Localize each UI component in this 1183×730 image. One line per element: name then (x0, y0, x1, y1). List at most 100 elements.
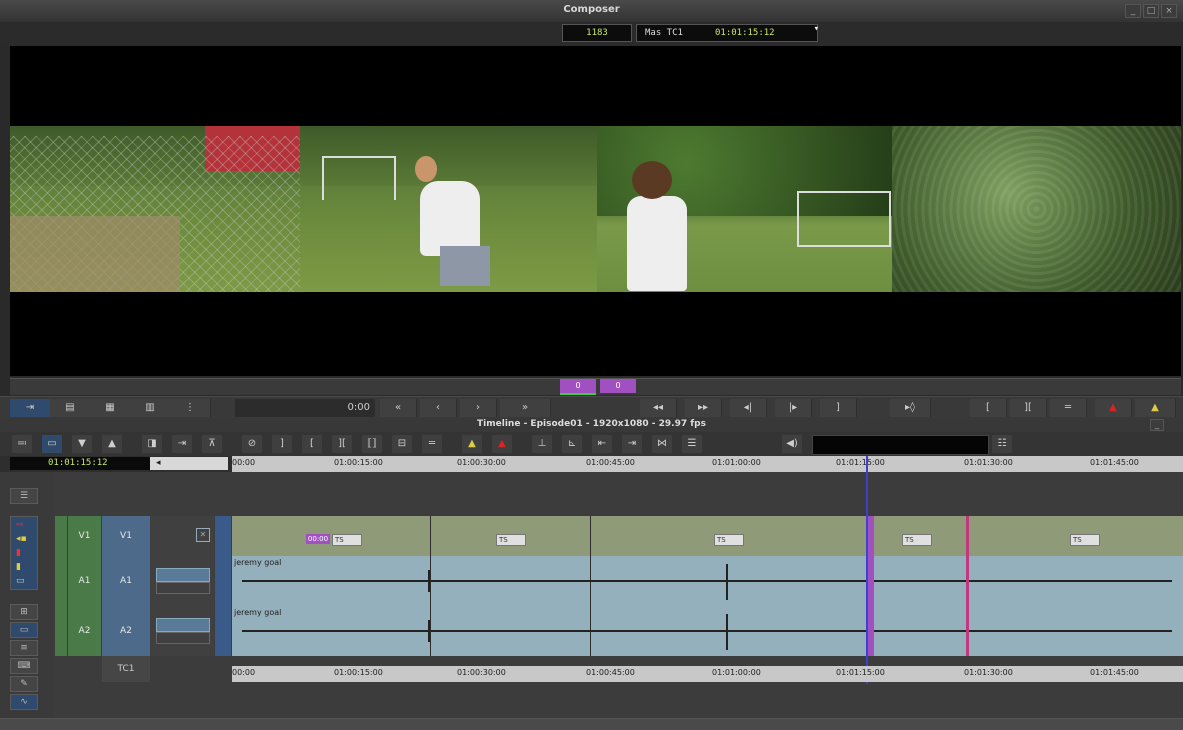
timeline-minimize-button[interactable]: _ (1150, 419, 1164, 431)
a1-audio-button[interactable] (156, 568, 210, 582)
scroll-left-icon[interactable]: ◂ (150, 457, 228, 470)
match-frame-button[interactable]: ═ (1050, 399, 1087, 417)
mas-tc-label: Mas TC1 (645, 28, 683, 38)
edit-point-marker[interactable] (868, 516, 874, 656)
link-icon[interactable]: ≕ (12, 435, 32, 453)
minimize-button[interactable]: _ (1125, 4, 1141, 18)
jog-forward-button[interactable]: ▸▸ (685, 399, 722, 417)
split-icon[interactable]: ▤ (50, 399, 91, 417)
mark-out-icon[interactable]: ] (272, 435, 292, 453)
yellow-flag-icon[interactable]: ▮ (16, 562, 21, 572)
menu-icon[interactable]: ☰ (682, 435, 702, 453)
horizontal-scrollbar[interactable] (0, 718, 1183, 730)
options-icon[interactable]: ☷ (992, 435, 1012, 453)
clear-icon[interactable]: ⊘ (242, 435, 262, 453)
v1-source-track[interactable]: V1 (68, 516, 101, 556)
marker-a[interactable]: 0 (560, 379, 596, 393)
overwrite-icon[interactable]: ▲ (1095, 399, 1132, 417)
monitor-toggle-icon[interactable]: ▭ (42, 435, 62, 453)
ruler-tick: 01:01:30:00 (964, 458, 1013, 467)
pencil-icon[interactable]: ✎ (10, 676, 38, 692)
box-icon[interactable]: ▭ (16, 576, 25, 586)
dropdown-arrow-icon[interactable]: ▾ (814, 21, 819, 37)
timeline-ruler-top[interactable]: 00:00 01:00:15:00 01:00:30:00 01:00:45:0… (232, 456, 1183, 472)
ruler-tick: 01:01:45:00 (1090, 668, 1139, 677)
play-in-out-button[interactable]: ▸◊ (890, 399, 931, 417)
ruler-tick: 01:01:00:00 (712, 668, 761, 677)
marker-icon[interactable]: ⋮ (170, 399, 211, 417)
monitor-toggle-icon[interactable]: ✕ (196, 528, 210, 542)
mark-in-button[interactable]: [ (970, 399, 1007, 417)
v1-track-lane[interactable]: 00:00 TS TS TS TS TS (232, 516, 1183, 556)
marker-b[interactable]: 0 (600, 379, 636, 393)
a1-source-track[interactable]: A1 (68, 556, 101, 606)
lower-track-icon[interactable]: ▼ (72, 435, 92, 453)
clip-panel-icon[interactable]: ◨ (142, 435, 162, 453)
ts-badge: TS (902, 534, 932, 546)
a2-track-lane[interactable]: jeremy goal (232, 606, 1183, 656)
v1-lock-icon[interactable] (215, 516, 231, 556)
step-back-button[interactable]: ‹ (420, 399, 457, 417)
ruler-tick: 01:01:45:00 (1090, 458, 1139, 467)
paste-icon[interactable]: ⇥ (622, 435, 642, 453)
jog-back-button[interactable]: ◂◂ (640, 399, 677, 417)
player-head (415, 156, 437, 182)
a2-audio-button[interactable] (156, 618, 210, 632)
mark-out-button[interactable]: ] (820, 399, 857, 417)
a1-patch[interactable] (55, 556, 67, 606)
v1-patch[interactable] (55, 516, 67, 556)
tracks-icon[interactable]: ≡ (10, 640, 38, 656)
monitor-icon[interactable]: ▥ (130, 399, 171, 417)
fit-icon[interactable]: ⊼ (202, 435, 222, 453)
a2-record-track[interactable]: A2 (102, 606, 150, 656)
rewind-button[interactable]: « (380, 399, 417, 417)
a2-patch[interactable] (55, 606, 67, 656)
track-menu-icon[interactable]: ☰ (10, 488, 38, 504)
splice-in-icon[interactable]: ▲ (462, 435, 482, 453)
extract-icon[interactable]: ═ (422, 435, 442, 453)
red-flag-icon[interactable]: ▮ (16, 548, 21, 558)
a1-lock-icon[interactable] (215, 556, 231, 606)
extract-edit-icon[interactable]: ⊾ (562, 435, 582, 453)
clear-marks-icon[interactable]: ⟦⟧ (362, 435, 382, 453)
playhead[interactable] (866, 456, 868, 684)
splice-icon[interactable]: ▲ (1135, 399, 1176, 417)
a2-source-track[interactable]: A2 (68, 606, 101, 656)
frame-forward-button[interactable]: |▸ (775, 399, 812, 417)
keyboard-icon[interactable]: ⌨ (10, 658, 38, 674)
a2-lock-icon[interactable] (215, 606, 231, 656)
fast-forward-button[interactable]: » (500, 399, 551, 417)
raise-track-icon[interactable]: ▲ (102, 435, 122, 453)
mark-clip-button[interactable]: ][ (1010, 399, 1047, 417)
source-record-icon[interactable]: ⇥ (10, 399, 51, 417)
a1-record-track[interactable]: A1 (102, 556, 150, 606)
overwrite-in-icon[interactable]: ▲ (492, 435, 512, 453)
insert-icon[interactable]: ⇥ (172, 435, 192, 453)
edit-point-marker[interactable] (966, 516, 969, 656)
ruler-tick: 01:00:45:00 (586, 668, 635, 677)
a1-track-lane[interactable]: jeremy goal (232, 556, 1183, 606)
lift-edit-icon[interactable]: ⊥ (532, 435, 552, 453)
timeline-ruler-bottom[interactable]: 00:00 01:00:15:00 01:00:30:00 01:00:45:0… (232, 666, 1183, 682)
red-segment-icon[interactable]: ⇨ (16, 520, 24, 530)
frame-back-button[interactable]: ◂| (730, 399, 767, 417)
trim-icon[interactable]: ⋈ (652, 435, 672, 453)
audio-wave-icon[interactable]: ∿ (10, 694, 38, 710)
audio-icon[interactable]: ◀) (782, 435, 802, 453)
master-timecode-display[interactable]: Mas TC1 01:01:15:12 ▾ (636, 21, 819, 42)
layout-icon[interactable]: ⊞ (10, 604, 38, 620)
maximize-button[interactable]: □ (1143, 4, 1159, 18)
monitor-view-icon[interactable]: ▭ (10, 622, 38, 638)
tc1-track[interactable]: TC1 (102, 656, 150, 682)
close-button[interactable]: × (1161, 4, 1177, 18)
position-bar[interactable]: 0 0 (10, 378, 1181, 395)
mark-in-icon[interactable]: [ (302, 435, 322, 453)
copy-icon[interactable]: ⇤ (592, 435, 612, 453)
grid-icon[interactable]: ▦ (90, 399, 131, 417)
mark-clip-icon[interactable]: ][ (332, 435, 352, 453)
v1-record-track[interactable]: V1 (102, 516, 150, 556)
composer-monitor[interactable] (10, 46, 1181, 376)
yellow-segment-icon[interactable]: ◂▪ (16, 534, 27, 544)
lift-icon[interactable]: ⊟ (392, 435, 412, 453)
step-forward-button[interactable]: › (460, 399, 497, 417)
